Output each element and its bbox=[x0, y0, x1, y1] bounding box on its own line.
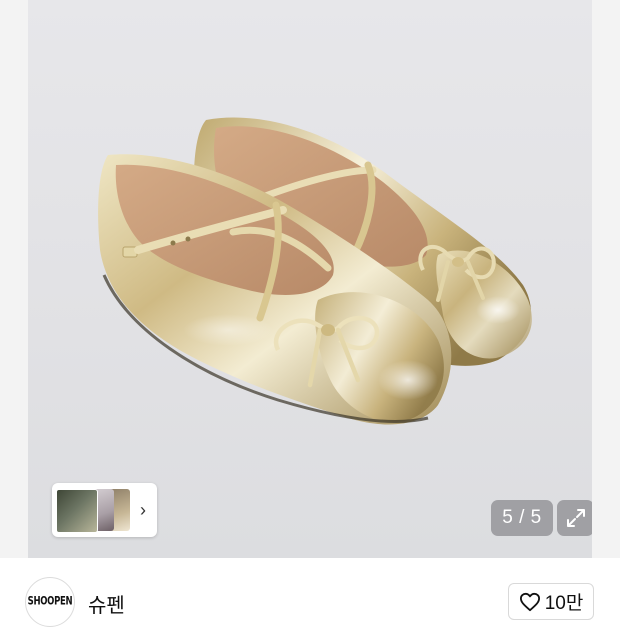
seller-logo-text: SHOOPEN bbox=[27, 595, 73, 609]
thumbnail-stack bbox=[56, 488, 130, 533]
thumbnail-strip[interactable]: › bbox=[52, 483, 157, 537]
image-page-counter: 5 / 5 bbox=[491, 500, 553, 536]
product-image bbox=[98, 117, 532, 425]
expand-icon bbox=[566, 509, 585, 527]
chevron-right-icon: › bbox=[140, 500, 146, 520]
product-image-gallery[interactable]: › 5 / 5 bbox=[28, 0, 592, 558]
like-button[interactable]: 10만 bbox=[508, 583, 594, 620]
heart-outline-icon bbox=[519, 592, 540, 611]
page-edge-right bbox=[592, 0, 620, 558]
seller-name[interactable]: 슈펜 bbox=[88, 589, 125, 618]
like-count: 10만 bbox=[544, 593, 584, 614]
page-edge-left bbox=[0, 0, 28, 558]
expand-image-button[interactable] bbox=[557, 500, 592, 536]
thumbnail-1[interactable] bbox=[56, 489, 98, 533]
